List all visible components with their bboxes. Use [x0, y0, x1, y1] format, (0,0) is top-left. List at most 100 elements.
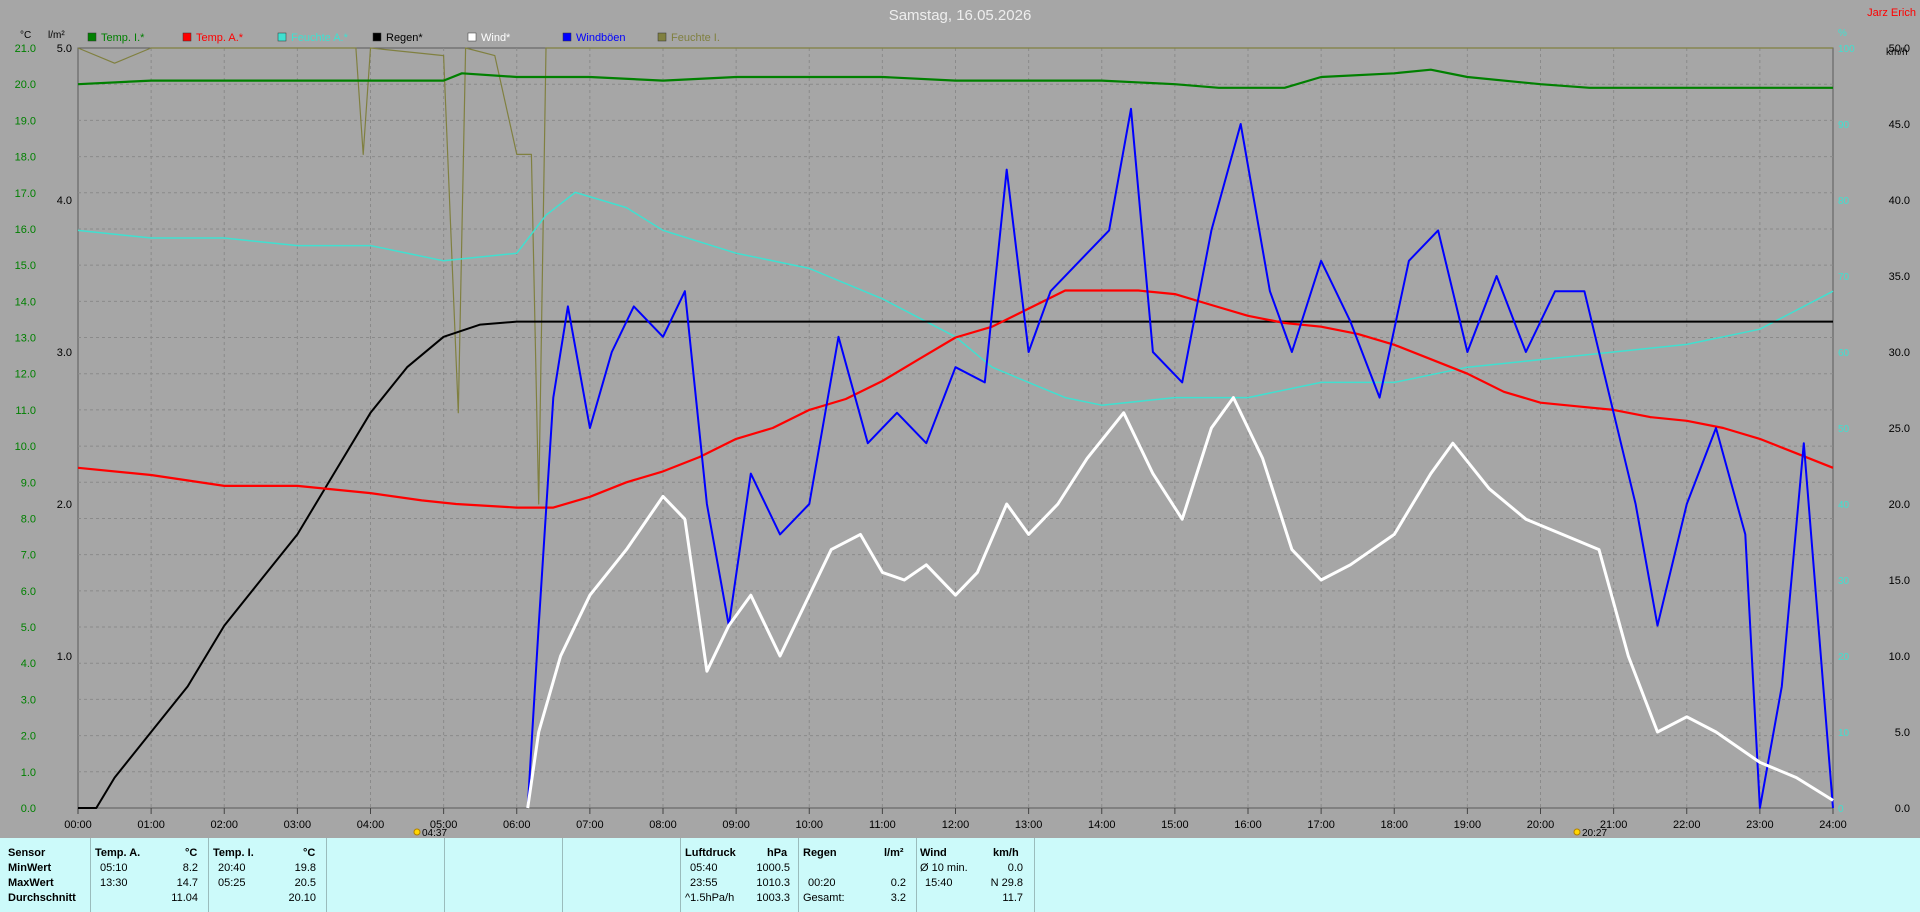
x-tick-label: 16:00: [1234, 819, 1262, 831]
table-divider: [680, 838, 681, 912]
row-label-min: MinWert: [8, 862, 52, 874]
y-tick-humidity: 30: [1838, 576, 1850, 587]
y-tick-rain: 3.0: [57, 347, 72, 359]
y-tick-humidity: 90: [1838, 120, 1850, 131]
legend-swatch: [467, 32, 477, 42]
temp-i-min: 19.8: [294, 862, 316, 874]
y-tick-temperature: 11.0: [15, 405, 36, 417]
y-tick-temperature: 8.0: [21, 513, 36, 525]
x-tick-label: 02:00: [210, 819, 238, 831]
x-tick-label: 23:00: [1746, 819, 1774, 831]
temp-a-max: 14.7: [176, 877, 198, 889]
rain-unit: l/m²: [884, 847, 904, 859]
y-tick-temperature: 3.0: [21, 694, 36, 706]
y-tick-temperature: 9.0: [21, 477, 36, 489]
x-tick-label: 06:00: [503, 819, 531, 831]
table-divider: [90, 838, 91, 912]
y-tick-temperature: 2.0: [21, 731, 36, 743]
temp-i-avg: 20.10: [288, 892, 316, 904]
legend-label: Regen*: [386, 32, 423, 44]
x-tick-label: 01:00: [137, 819, 165, 831]
legend-label: Temp. A.*: [196, 32, 244, 44]
rain-max-time: 00:20: [808, 877, 836, 889]
y-tick-temperature: 14.0: [15, 296, 36, 308]
x-tick-label: 04:00: [357, 819, 385, 831]
y-tick-humidity: 10: [1838, 728, 1850, 739]
unit-rain: l/m²: [48, 30, 65, 41]
y-tick-humidity: 60: [1838, 348, 1850, 359]
y-tick-humidity: 70: [1838, 272, 1850, 283]
wind-max: N 29.8: [990, 877, 1023, 889]
temp-i-head: Temp. I.: [213, 847, 254, 859]
wind-max-time: 15:40: [925, 877, 953, 889]
table-divider: [1034, 838, 1035, 912]
sun-icon: [1573, 828, 1581, 836]
legend: Temp. I.* Temp. A.* Feuchte A.* Regen* Wind*…: [87, 32, 720, 44]
temp-a-min-time: 05:10: [100, 862, 128, 874]
x-tick-label: 13:00: [1015, 819, 1043, 831]
y-tick-wind: 0.0: [1895, 803, 1910, 815]
legend-swatch: [182, 32, 192, 42]
x-tick-label: 24:00: [1819, 819, 1847, 831]
x-tick-label: 17:00: [1307, 819, 1335, 831]
row-label-sensor: Sensor: [8, 847, 46, 859]
rain-total-label: Gesamt:: [803, 892, 845, 904]
unit-celsius: °C: [20, 30, 31, 41]
y-tick-wind: 15.0: [1889, 575, 1910, 587]
wind-unit: km/h: [993, 847, 1019, 859]
y-tick-rain: 2.0: [57, 499, 72, 511]
sunrise-marker: 04:37: [413, 828, 447, 838]
legend-label: Temp. I.*: [101, 32, 145, 44]
rain-total: 3.2: [890, 892, 906, 904]
y-tick-temperature: 10.0: [15, 441, 36, 453]
table-divider: [208, 838, 209, 912]
x-tick-label: 00:00: [64, 819, 92, 831]
y-tick-temperature: 4.0: [21, 658, 36, 670]
y-tick-humidity: 0: [1838, 804, 1844, 815]
x-tick-label: 07:00: [576, 819, 604, 831]
sunset-marker: 20:27: [1573, 828, 1607, 838]
y-tick-wind: 30.0: [1889, 347, 1910, 359]
y-tick-rain: 4.0: [57, 195, 72, 207]
legend-swatch: [87, 32, 97, 42]
y-tick-wind: 45.0: [1889, 119, 1910, 131]
legend-swatch: [372, 32, 382, 42]
x-tick-label: 15:00: [1161, 819, 1189, 831]
x-tick-label: 10:00: [795, 819, 823, 831]
y-tick-temperature: 13.0: [15, 333, 36, 345]
y-tick-humidity: 100: [1838, 44, 1855, 55]
temp-a-avg: 11.04: [171, 892, 198, 904]
legend-label: Feuchte A.*: [291, 32, 349, 44]
pressure-max-time: 23:55: [690, 877, 718, 889]
sunset-time: 20:27: [1582, 828, 1607, 838]
table-divider: [326, 838, 327, 912]
table-divider: [444, 838, 445, 912]
wind-avg: 11.7: [1002, 892, 1023, 904]
y-tick-wind: 5.0: [1895, 727, 1910, 739]
temp-i-max-time: 05:25: [218, 877, 246, 889]
author-label: Jarz Erich: [1867, 7, 1916, 19]
y-tick-temperature: 18.0: [15, 152, 36, 164]
temp-i-min-time: 20:40: [218, 862, 246, 874]
legend-swatch: [562, 32, 572, 42]
x-tick-label: 19:00: [1454, 819, 1482, 831]
x-tick-label: 18:00: [1380, 819, 1408, 831]
row-label-max: MaxWert: [8, 877, 54, 889]
temp-i-unit: °C: [303, 847, 316, 859]
wind-min: 0.0: [1007, 862, 1023, 874]
y-tick-wind: 25.0: [1889, 423, 1910, 435]
temp-a-min: 8.2: [182, 862, 198, 874]
temp-a-max-time: 13:30: [100, 877, 128, 889]
y-tick-humidity: 50: [1838, 424, 1850, 435]
temp-i-max: 20.5: [294, 877, 316, 889]
pressure-min: 1000.5: [756, 862, 790, 874]
sun-icon: [413, 828, 421, 836]
chart-title: Samstag, 16.05.2026: [889, 7, 1032, 24]
y-tick-wind: 10.0: [1889, 651, 1910, 663]
table-divider: [798, 838, 799, 912]
x-tick-label: 12:00: [942, 819, 970, 831]
y-tick-humidity: 20: [1838, 652, 1850, 663]
y-tick-rain: 1.0: [57, 651, 72, 663]
legend-swatch: [277, 32, 287, 42]
legend-swatch: [657, 32, 667, 42]
